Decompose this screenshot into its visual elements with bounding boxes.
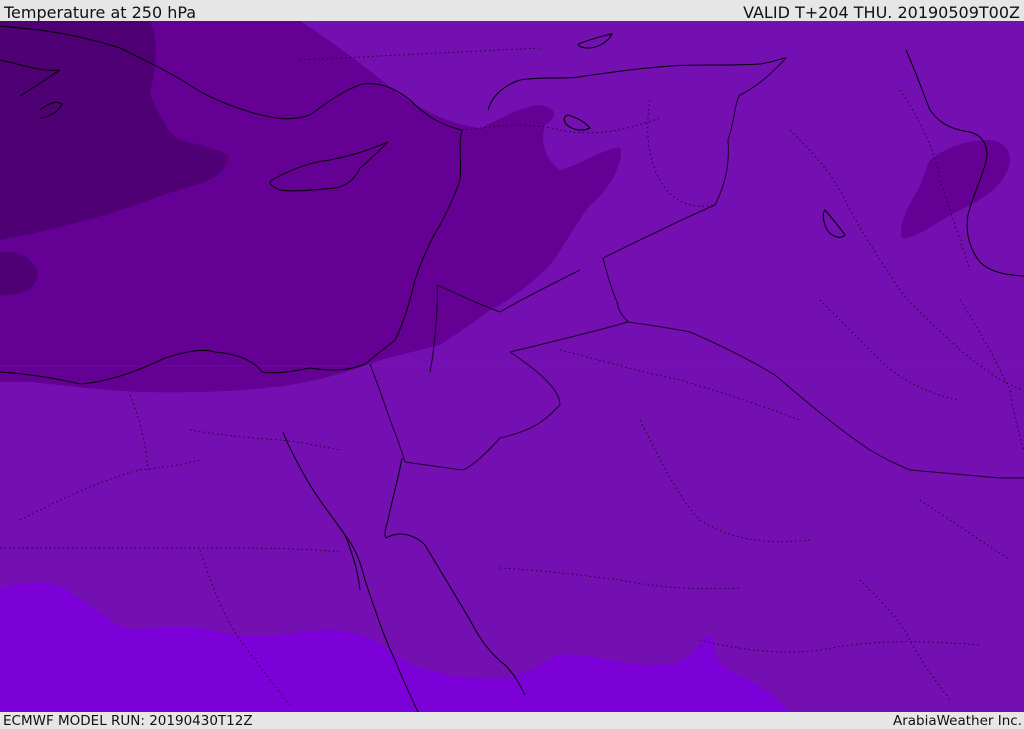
weather-map-view: Temperature at 250 hPa VALID T+204 THU. …: [0, 0, 1024, 729]
footer-bar: ECMWF MODEL RUN: 20190430T12Z ArabiaWeat…: [0, 712, 1024, 729]
map-title: Temperature at 250 hPa: [4, 3, 197, 21]
valid-time: VALID T+204 THU. 20190509T00Z: [743, 3, 1020, 21]
map-svg: [0, 21, 1024, 712]
credit: ArabiaWeather Inc.: [892, 713, 1022, 729]
header-bar: Temperature at 250 hPa VALID T+204 THU. …: [0, 0, 1024, 21]
model-run: ECMWF MODEL RUN: 20190430T12Z: [3, 713, 253, 729]
map-canvas: [0, 21, 1024, 712]
